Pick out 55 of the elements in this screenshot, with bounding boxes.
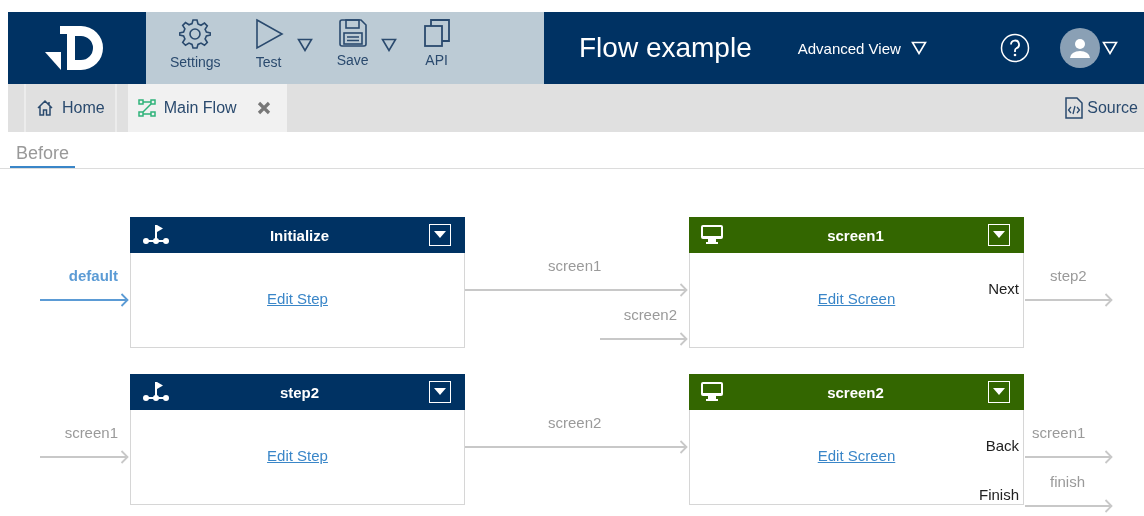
connection-label: default [68,267,118,284]
settings-icon [179,18,212,50]
edit-link[interactable]: Edit Screen [817,290,896,307]
dropdown-caret-icon[interactable] [380,38,397,52]
edit-link[interactable]: Edit Step [267,447,328,464]
output-name: Back [985,437,1019,454]
user-avatar[interactable] [1060,28,1100,68]
caret-icon[interactable] [910,41,927,55]
node-menu-button[interactable] [988,381,1010,403]
flow-icon [137,99,156,117]
caret-icon [993,231,1005,239]
help-icon[interactable] [1000,33,1030,63]
flag-icon [142,381,170,403]
node-title: step2 [278,383,321,401]
section-tab[interactable]: Before [10,142,76,168]
node-menu-button[interactable] [429,381,451,403]
save-icon [337,18,368,48]
output-name: Next [988,280,1019,297]
node-menu-button[interactable] [988,224,1010,246]
tab[interactable]: Home [24,84,117,132]
caret-icon [993,388,1005,396]
connection-label: screen1 [1032,424,1086,441]
node-title: Initialize [268,226,331,244]
monitor-icon [701,225,723,245]
source-button[interactable]: Source [1065,84,1144,132]
monitor-icon [701,382,723,402]
connection-label: screen2 [548,414,602,431]
connection-label: screen2 [623,306,677,323]
dropdown-caret-icon[interactable] [296,38,313,52]
toolbar-button[interactable]: Settings [156,12,235,82]
toolbar-button[interactable]: Save [318,12,387,80]
node-title: screen2 [826,383,885,401]
home-icon [36,99,54,117]
toolbar-button[interactable]: API [402,12,471,80]
toolbar-button[interactable]: Test [234,12,303,82]
flow-title: Flow example [579,32,752,64]
connection-label: step2 [1050,267,1087,284]
connection-label: screen1 [548,257,602,274]
caret-icon [434,231,446,239]
view-menu[interactable]: Advanced View [791,38,933,58]
edit-link[interactable]: Edit Screen [817,447,896,464]
tab[interactable]: Main Flow [127,84,287,132]
connection-label: screen1 [64,424,118,441]
user-menu-caret-icon[interactable] [1102,41,1118,55]
flag-icon [142,224,170,246]
output-name: Finish [979,486,1019,503]
connection-label: finish [1050,473,1086,490]
node-menu-button[interactable] [429,224,451,246]
code-file-icon [1065,97,1084,119]
edit-link[interactable]: Edit Step [267,290,328,307]
node-title: screen1 [826,226,885,244]
close-icon[interactable] [256,101,271,115]
caret-icon [434,388,446,396]
play-icon [253,18,284,50]
copy-icon [422,18,451,48]
